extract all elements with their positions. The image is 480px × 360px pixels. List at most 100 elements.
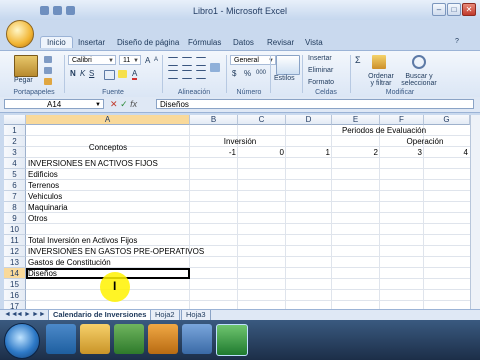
cell-a13[interactable]: INVERSIONES EN GASTOS PRE-OPERATIVOS (28, 246, 204, 257)
align-left-icon[interactable] (168, 70, 178, 79)
align-right-icon[interactable] (196, 70, 206, 79)
last-sheet-icon[interactable]: ►► (32, 311, 46, 318)
font-color-button[interactable]: A (132, 69, 138, 80)
column-header-c[interactable]: C (238, 115, 286, 125)
underline-button[interactable]: S (89, 69, 94, 78)
redo-icon[interactable] (66, 6, 75, 15)
thousands-button[interactable]: 000 (256, 70, 266, 76)
column-header-e[interactable]: E (332, 115, 380, 125)
spreadsheet-grid[interactable]: A B C D E F G 1 2 3 4 5 6 7 8 9 10 11 12… (4, 115, 470, 309)
find-select-label[interactable]: Buscar y seleccionar (398, 73, 440, 87)
folder-icon[interactable] (80, 324, 110, 354)
align-center-icon[interactable] (182, 70, 192, 79)
tab-datos[interactable]: Datos (233, 38, 254, 47)
cell-b3[interactable]: Inversión (200, 136, 280, 147)
styles-label[interactable]: Estilos (274, 75, 295, 82)
column-header-f[interactable]: F (380, 115, 424, 125)
grow-font-button[interactable]: A (145, 56, 150, 65)
cell-e2[interactable]: Periodos de Evaluación (304, 125, 464, 136)
cell-a14[interactable]: Gastos de Constitución (28, 257, 111, 268)
column-header-d[interactable]: D (286, 115, 332, 125)
cell-a5[interactable]: INVERSIONES EN ACTIVOS FIJOS (28, 158, 158, 169)
tab-insertar[interactable]: Insertar (78, 38, 105, 47)
cell-a10[interactable]: Otros (28, 213, 48, 224)
tab-diseno-pagina[interactable]: Diseño de página (117, 38, 179, 47)
undo-icon[interactable] (53, 6, 62, 15)
row-header[interactable]: 16 (4, 290, 26, 301)
cell-f4[interactable]: 3 (380, 147, 422, 158)
column-header-b[interactable]: B (190, 115, 238, 125)
sort-filter-label[interactable]: Ordenar y filtrar (366, 73, 396, 87)
cut-icon[interactable] (44, 56, 52, 63)
row-header[interactable]: 5 (4, 169, 26, 180)
app-icon[interactable] (182, 324, 212, 354)
align-top-icon[interactable] (168, 57, 178, 66)
save-icon[interactable] (40, 6, 49, 15)
row-header[interactable]: 7 (4, 191, 26, 202)
cell-a3[interactable]: Conceptos (26, 142, 190, 153)
cell-e4[interactable]: 2 (332, 147, 378, 158)
row-header[interactable]: 13 (4, 257, 26, 268)
formula-input[interactable]: Diseños (156, 99, 474, 109)
tab-formulas[interactable]: Fórmulas (188, 38, 221, 47)
cell-b4[interactable]: -1 (190, 147, 236, 158)
cell-a6[interactable]: Edificios (28, 169, 58, 180)
minimize-button[interactable]: – (432, 3, 446, 16)
cell-a7[interactable]: Terrenos (28, 180, 59, 191)
font-size-select[interactable]: 11 ▼ (119, 55, 141, 65)
fx-icon[interactable]: fx (130, 99, 137, 109)
cell-a12[interactable]: Total Inversión en Activos Fijos (28, 235, 137, 246)
row-header[interactable]: 6 (4, 180, 26, 191)
copy-icon[interactable] (44, 67, 52, 74)
confirm-entry-icon[interactable]: ✓ (120, 99, 128, 109)
format-painter-icon[interactable] (44, 78, 52, 85)
font-name-select[interactable]: Calibri ▼ (68, 55, 116, 65)
media-icon[interactable] (114, 324, 144, 354)
excel-taskbar-icon[interactable] (216, 324, 248, 356)
paste-icon[interactable] (14, 55, 38, 77)
row-header[interactable]: 8 (4, 202, 26, 213)
ie-icon[interactable] (46, 324, 76, 354)
sort-filter-icon[interactable] (372, 55, 386, 69)
bold-button[interactable]: N (70, 69, 76, 78)
maximize-button[interactable]: □ (447, 3, 461, 16)
next-sheet-icon[interactable]: ► (24, 311, 31, 318)
row-header[interactable]: 12 (4, 246, 26, 257)
tab-inicio[interactable]: Inicio (40, 36, 73, 48)
row-header-active[interactable]: 14 (4, 268, 26, 279)
insert-cells-button[interactable]: Insertar (308, 55, 332, 62)
row-header[interactable]: 4 (4, 158, 26, 169)
paste-label[interactable]: Pegar (14, 77, 33, 84)
merge-center-icon[interactable] (210, 63, 220, 72)
row-header[interactable]: 2 (4, 136, 26, 147)
help-icon[interactable]: ? (455, 38, 459, 45)
fill-color-icon[interactable] (118, 70, 127, 78)
find-select-icon[interactable] (412, 55, 426, 69)
close-button[interactable]: ✕ (462, 3, 476, 16)
row-header[interactable]: 1 (4, 125, 26, 136)
cell-g4[interactable]: 4 (424, 147, 468, 158)
align-middle-icon[interactable] (182, 57, 192, 66)
tab-revisar[interactable]: Revisar (267, 38, 294, 47)
currency-button[interactable]: $ (232, 69, 236, 78)
cell-c4[interactable]: 0 (238, 147, 284, 158)
select-all-corner[interactable] (4, 115, 26, 125)
row-header[interactable]: 11 (4, 235, 26, 246)
start-button[interactable] (4, 323, 40, 359)
percent-button[interactable]: % (244, 69, 251, 78)
prev-sheet-icon[interactable]: ◄ (16, 311, 23, 318)
row-header[interactable]: 17 (4, 301, 26, 309)
vertical-scrollbar[interactable] (470, 115, 480, 309)
row-header[interactable]: 3 (4, 147, 26, 158)
format-cells-button[interactable]: Formato (308, 79, 334, 86)
cell-a9[interactable]: Maquinaria (28, 202, 68, 213)
align-bottom-icon[interactable] (196, 57, 206, 66)
cell-d4[interactable]: 1 (286, 147, 330, 158)
column-header-g[interactable]: G (424, 115, 470, 125)
italic-button[interactable]: K (80, 69, 85, 78)
delete-cells-button[interactable]: Eliminar (308, 67, 333, 74)
row-header[interactable]: 15 (4, 279, 26, 290)
tab-vista[interactable]: Vista (305, 38, 323, 47)
autosum-button[interactable]: Σ (355, 55, 361, 65)
shrink-font-button[interactable]: A (154, 57, 158, 63)
